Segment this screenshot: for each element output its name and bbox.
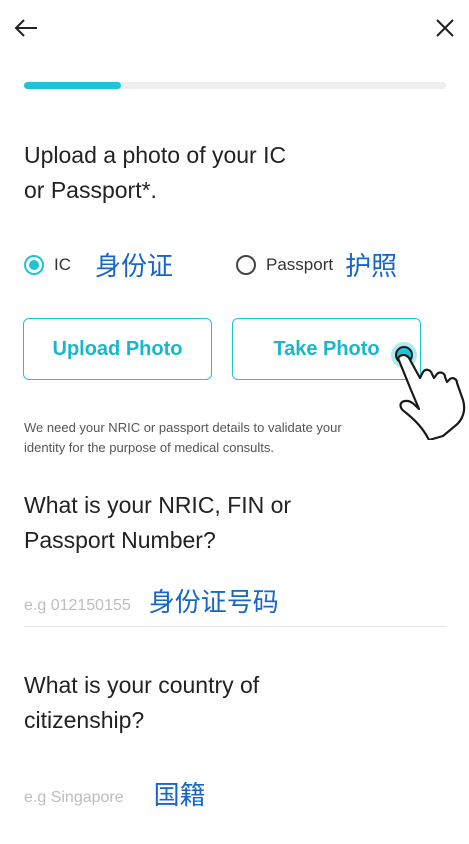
radio-passport-indicator[interactable] — [236, 254, 256, 275]
radio-ic[interactable]: IC 身份证 — [24, 246, 173, 283]
nric-question: What is your NRIC, FIN or Passport Numbe… — [24, 488, 291, 558]
close-button[interactable] — [427, 10, 463, 46]
arrow-left-icon — [14, 19, 37, 37]
upload-photo-button[interactable]: Upload Photo — [23, 318, 212, 380]
nric-question-line1: What is your NRIC, FIN or — [24, 492, 292, 518]
citizenship-question-line2: citizenship? — [24, 707, 145, 733]
nric-input[interactable]: e.g 012150155 身份证号码 — [24, 578, 446, 622]
upload-question-line2: or Passport*. — [24, 177, 157, 203]
citizenship-question-line1: What is your country of — [24, 672, 260, 698]
progress-bar — [24, 82, 446, 89]
radio-ic-label: IC — [54, 254, 71, 274]
ic-annotation: 身份证 — [95, 252, 174, 282]
close-icon — [436, 19, 454, 37]
citizenship-placeholder: e.g Singapore — [24, 789, 124, 806]
passport-annotation: 护照 — [345, 252, 398, 282]
nric-input-underline — [24, 626, 446, 627]
radio-ic-indicator[interactable] — [24, 254, 44, 275]
upload-photo-label: Upload Photo — [52, 337, 183, 360]
radio-passport[interactable]: Passport 护照 — [236, 246, 397, 283]
upload-question-line1: Upload a photo of your IC — [24, 142, 287, 168]
validation-note: We need your NRIC or passport details to… — [24, 418, 444, 458]
citizenship-question: What is your country of citizenship? — [24, 668, 259, 738]
radio-passport-label: Passport — [266, 254, 334, 274]
note-line2: identity for the purpose of medical cons… — [24, 440, 275, 455]
upload-question: Upload a photo of your IC or Passport*. — [24, 138, 286, 208]
citizenship-input[interactable]: e.g Singapore 国籍 — [24, 778, 446, 818]
back-button[interactable] — [8, 10, 44, 46]
nric-annotation: 身份证号码 — [148, 587, 279, 618]
nric-placeholder: e.g 012150155 — [24, 597, 131, 614]
citizenship-annotation: 国籍 — [153, 780, 206, 811]
take-photo-label: Take Photo — [273, 337, 380, 360]
radio-selected-dot — [29, 259, 39, 270]
nric-question-line2: Passport Number? — [24, 527, 216, 553]
note-line1: We need your NRIC or passport details to… — [24, 420, 342, 435]
progress-bar-fill — [24, 82, 122, 89]
